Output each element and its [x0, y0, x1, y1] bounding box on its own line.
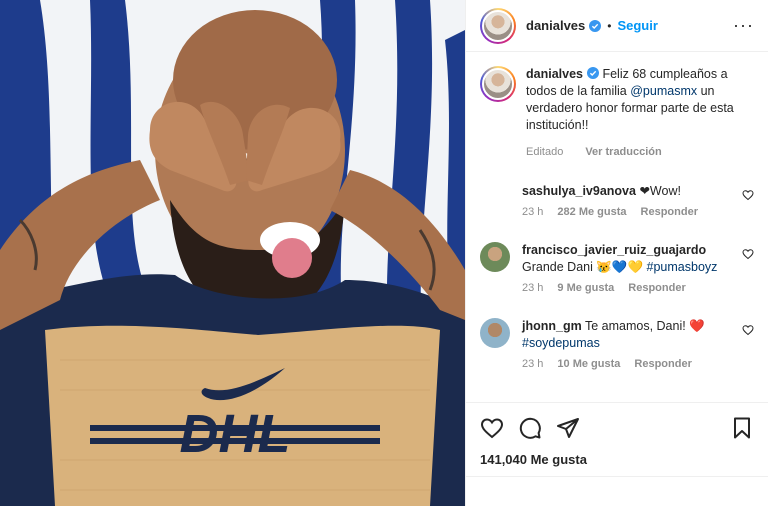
reply-button[interactable]: Responder [641, 206, 698, 218]
post-side-panel: danialves • Seguir ··· danialves Feliz 6… [465, 0, 768, 506]
comments-section[interactable]: danialves Feliz 68 cumpleaños a todos de… [466, 52, 768, 402]
post-caption: danialves Feliz 68 cumpleaños a todos de… [480, 66, 754, 161]
post-header: danialves • Seguir ··· [466, 0, 768, 52]
comment-icon[interactable] [518, 416, 542, 440]
see-translation-button[interactable]: Ver traducción [585, 144, 661, 161]
separator-dot: • [607, 18, 612, 33]
share-icon[interactable] [556, 416, 580, 440]
comment-text: Grande Dani 😿💙💛 [522, 260, 647, 274]
commenter-avatar[interactable] [480, 242, 510, 272]
follow-button[interactable]: Seguir [617, 18, 657, 33]
comment-username[interactable]: francisco_javier_ruiz_guajardo [522, 243, 706, 257]
comment-meta: 23 h 10 Me gusta Responder [522, 358, 754, 370]
comment-time: 23 h [522, 206, 544, 218]
reply-button[interactable]: Responder [628, 282, 685, 294]
comment-likes[interactable]: 9 Me gusta [557, 282, 614, 294]
author-avatar[interactable] [480, 7, 516, 44]
heart-icon[interactable] [742, 248, 754, 260]
instagram-post: DHL danialves • Seguir ··· danialves Fel… [0, 0, 768, 506]
edited-label: Editado [526, 146, 564, 158]
comment-item: jhonn_gm Te amamos, Dani! ❤️ #soydepumas… [480, 318, 754, 370]
jersey-sponsor-logo: DHL [180, 404, 291, 464]
reply-button[interactable]: Responder [634, 358, 691, 370]
caption-avatar[interactable] [480, 66, 516, 102]
comment-time: 23 h [522, 282, 544, 294]
more-options-button[interactable]: ··· [733, 15, 754, 36]
verified-badge-icon [586, 67, 599, 79]
comment-hashtag[interactable]: #soydepumas [522, 336, 600, 350]
comment-meta: 23 h 282 Me gusta Responder [522, 206, 754, 218]
commenter-avatar[interactable] [480, 318, 510, 348]
verified-badge-icon [589, 19, 602, 32]
likes-count[interactable]: 141,040 Me gusta [466, 452, 768, 476]
comment-likes[interactable]: 282 Me gusta [557, 206, 626, 218]
comment-likes[interactable]: 10 Me gusta [557, 358, 620, 370]
comment-text: ❤Wow! [639, 184, 681, 198]
comment-item: sashulya_iv9anova ❤Wow! 23 h 282 Me gust… [480, 183, 754, 218]
comment-username[interactable]: jhonn_gm [522, 319, 582, 333]
post-actions [466, 402, 768, 452]
heart-icon[interactable] [480, 416, 504, 440]
author-username[interactable]: danialves [526, 18, 585, 33]
comment-meta: 23 h 9 Me gusta Responder [522, 282, 754, 294]
comment-time: 23 h [522, 358, 544, 370]
post-photo[interactable]: DHL [0, 0, 465, 506]
comment-item: francisco_javier_ruiz_guajardo Grande Da… [480, 242, 754, 294]
caption-meta: Editado Ver traducción [526, 144, 754, 161]
comment-text: Te amamos, Dani! ❤️ [584, 319, 705, 333]
comment-hashtag[interactable]: #pumasboyz [647, 260, 718, 274]
heart-icon[interactable] [742, 189, 754, 201]
post-photo-illustration: DHL [0, 0, 465, 506]
caption-username[interactable]: danialves [526, 67, 583, 81]
caption-mention[interactable]: @pumasmx [630, 84, 697, 98]
add-comment-bar[interactable] [466, 476, 768, 506]
heart-icon[interactable] [742, 324, 754, 336]
comment-username[interactable]: sashulya_iv9anova [522, 184, 636, 198]
bookmark-icon[interactable] [730, 416, 754, 440]
